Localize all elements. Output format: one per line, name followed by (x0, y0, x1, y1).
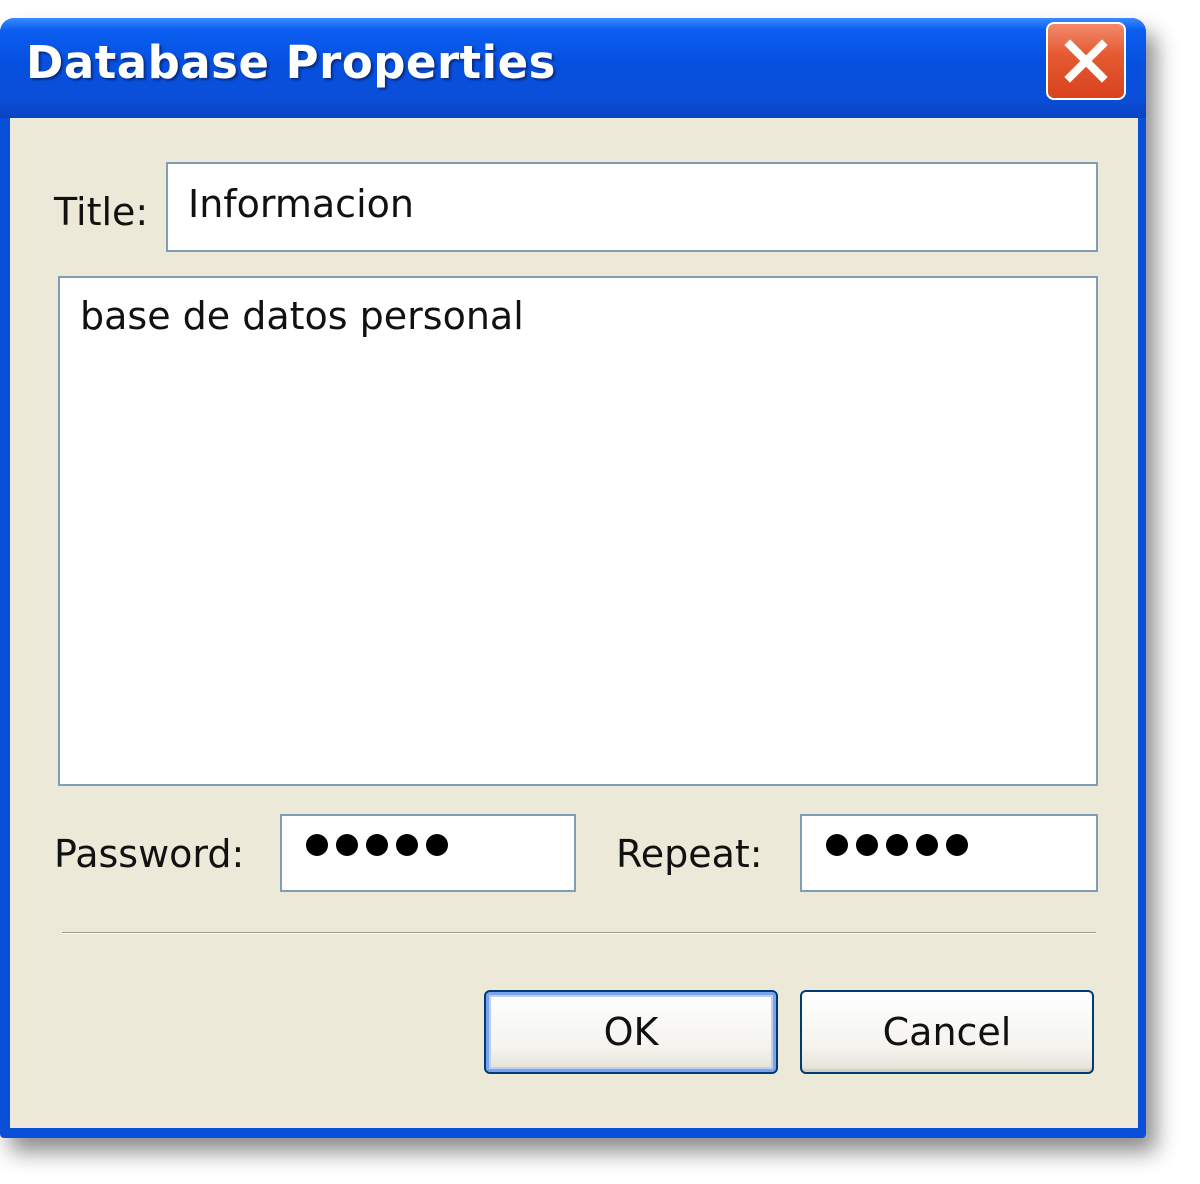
ok-button[interactable]: OK (484, 990, 778, 1074)
repeat-password-mask (826, 834, 968, 856)
repeat-password-field[interactable] (800, 814, 1098, 892)
password-field[interactable] (280, 814, 576, 892)
password-mask-dot (306, 834, 328, 856)
repeat-mask-dot (826, 834, 848, 856)
password-mask-dot (426, 834, 448, 856)
repeat-mask-dot (856, 834, 878, 856)
title-field[interactable]: Informacion (166, 162, 1098, 252)
repeat-mask-dot (916, 834, 938, 856)
description-value: base de datos personal (80, 294, 524, 338)
cancel-button[interactable]: Cancel (800, 990, 1094, 1074)
password-mask-dot (396, 834, 418, 856)
password-mask-dot (336, 834, 358, 856)
repeat-mask-dot (946, 834, 968, 856)
password-mask (306, 834, 448, 856)
dialog-window: Database Properties Title: Informacion b… (0, 18, 1146, 1138)
repeat-label: Repeat: (616, 832, 763, 876)
password-mask-dot (366, 834, 388, 856)
description-textarea[interactable]: base de datos personal (58, 276, 1098, 786)
separator (62, 932, 1096, 934)
title-field-value: Informacion (188, 182, 414, 226)
repeat-mask-dot (886, 834, 908, 856)
dialog-body: Title: Informacion base de datos persona… (10, 118, 1138, 1128)
password-label: Password: (54, 832, 245, 876)
close-button[interactable] (1046, 22, 1126, 100)
window-title: Database Properties (26, 36, 556, 89)
close-icon (1064, 39, 1108, 83)
title-label: Title: (54, 190, 149, 234)
title-bar[interactable]: Database Properties (0, 18, 1146, 118)
